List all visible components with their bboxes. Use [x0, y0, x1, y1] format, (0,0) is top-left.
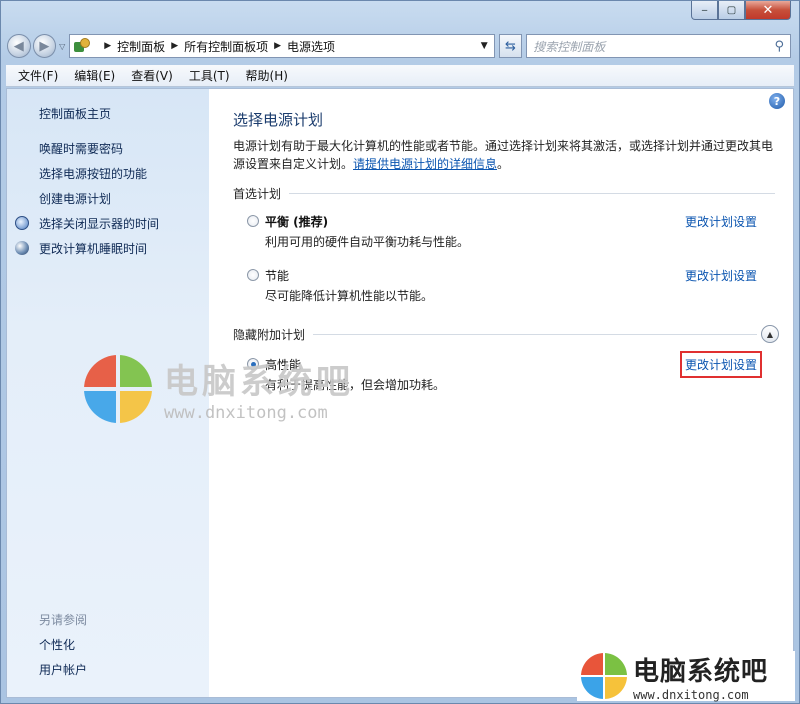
refresh-icon: ⇆: [504, 38, 516, 54]
plan-balanced-name[interactable]: 平衡 (推荐): [265, 213, 328, 230]
back-arrow-icon: ◀: [13, 38, 24, 54]
sidebar-item-user-accounts[interactable]: 用户帐户: [39, 661, 87, 678]
menu-help[interactable]: 帮助(H): [246, 67, 288, 84]
minimize-button[interactable]: ‒: [691, 1, 718, 20]
menu-file[interactable]: 文件(F): [18, 67, 58, 84]
close-button[interactable]: ✕: [745, 1, 791, 20]
plan-details-link[interactable]: 请提供电源计划的详细信息: [353, 157, 497, 171]
corner-watermark-name: 电脑系统吧: [633, 656, 769, 687]
menu-bar: 文件(F) 编辑(E) 查看(V) 工具(T) 帮助(H): [6, 65, 794, 87]
description-end: 。: [497, 157, 510, 171]
sidebar-item-create-plan[interactable]: 创建电源计划: [39, 190, 111, 207]
page-description: 电源计划有助于最大化计算机的性能或者节能。通过选择计划来将其激活，或选择计划并通…: [233, 137, 777, 173]
sidebar-item-display-off[interactable]: 选择关闭显示器的时间: [39, 215, 159, 232]
refresh-button[interactable]: ⇆: [498, 34, 523, 58]
address-bar[interactable]: ▶ 控制面板 ▶ 所有控制面板项 ▶ 电源选项 ▼: [69, 34, 495, 58]
menu-tools[interactable]: 工具(T): [189, 67, 230, 84]
help-icon[interactable]: ?: [769, 93, 785, 109]
caption-buttons: ‒ ▢ ✕: [691, 1, 791, 20]
plan-power-saver-radio[interactable]: [247, 269, 259, 281]
control-panel-icon: [74, 38, 92, 54]
control-panel-window: ‒ ▢ ✕ ◀ ▶ ▽ ▶ 控制面板 ▶ 所有控制面板项 ▶ 电源选项 ▼ ⇆ …: [0, 0, 800, 704]
maximize-button[interactable]: ▢: [718, 1, 745, 20]
chevron-down-icon[interactable]: ▼: [481, 41, 488, 51]
sidebar-item-sleep-time[interactable]: 更改计算机睡眠时间: [39, 240, 147, 257]
see-also-heading: 另请参阅: [39, 613, 88, 627]
sidebar-item-power-buttons[interactable]: 选择电源按钮的功能: [39, 165, 147, 182]
sleep-icon: [15, 241, 29, 255]
power-saver-change-settings-link[interactable]: 更改计划设置: [685, 267, 757, 284]
hidden-plans-label: 隐藏附加计划: [233, 327, 306, 342]
plan-balanced-radio[interactable]: [247, 215, 259, 227]
breadcrumb-control-panel[interactable]: 控制面板: [117, 38, 165, 55]
divider: [313, 333, 757, 335]
hidden-plans-group: 隐藏附加计划 ▲: [233, 325, 779, 343]
windows-logo-icon: [84, 354, 152, 423]
divider: [289, 192, 775, 194]
plan-power-saver-desc: 尽可能降低计算机性能以节能。: [265, 289, 434, 303]
forward-button[interactable]: ▶: [32, 34, 57, 58]
watermark-logo: 电脑系统吧 www.dnxitong.com: [84, 354, 354, 423]
back-button[interactable]: ◀: [7, 34, 31, 58]
balanced-change-settings-link[interactable]: 更改计划设置: [685, 213, 757, 230]
collapse-chevron-up-icon[interactable]: ▲: [761, 325, 779, 343]
navigation-bar: ◀ ▶ ▽ ▶ 控制面板 ▶ 所有控制面板项 ▶ 电源选项 ▼ ⇆ 搜索控制面板…: [7, 33, 791, 59]
search-input[interactable]: 搜索控制面板 ⚲: [526, 34, 791, 58]
preferred-plans-group: 首选计划: [233, 185, 775, 201]
breadcrumb-all-items[interactable]: 所有控制面板项: [184, 38, 268, 55]
page-title: 选择电源计划: [233, 111, 324, 129]
watermark-url: www.dnxitong.com: [164, 403, 328, 423]
sidebar-item-wake-password[interactable]: 唤醒时需要密码: [39, 140, 123, 157]
high-performance-change-settings-link[interactable]: 更改计划设置: [679, 351, 763, 378]
preferred-plans-label: 首选计划: [233, 186, 282, 201]
recent-pages-dropdown[interactable]: ▽: [59, 42, 65, 51]
corner-watermark: 电脑系统吧 www.dnxitong.com: [577, 651, 795, 702]
forward-arrow-icon: ▶: [39, 38, 50, 54]
chevron-right-icon[interactable]: ▶: [274, 41, 281, 51]
chevron-right-icon[interactable]: ▶: [171, 41, 178, 51]
plan-power-saver-name[interactable]: 节能: [265, 267, 289, 284]
windows-logo-icon: [581, 653, 627, 699]
sidebar-item-personalization[interactable]: 个性化: [39, 636, 75, 653]
corner-watermark-url: www.dnxitong.com: [633, 687, 749, 702]
sidebar-home-link[interactable]: 控制面板主页: [39, 105, 111, 122]
menu-edit[interactable]: 编辑(E): [74, 67, 115, 84]
search-placeholder: 搜索控制面板: [533, 39, 606, 54]
search-icon[interactable]: ⚲: [774, 39, 784, 54]
plan-balanced-desc: 利用可用的硬件自动平衡功耗与性能。: [265, 235, 470, 249]
watermark-name: 电脑系统吧: [164, 362, 354, 402]
menu-view[interactable]: 查看(V): [131, 67, 173, 84]
breadcrumb-power-options[interactable]: 电源选项: [287, 38, 335, 55]
chevron-right-icon[interactable]: ▶: [104, 41, 111, 51]
display-icon: [15, 216, 29, 230]
